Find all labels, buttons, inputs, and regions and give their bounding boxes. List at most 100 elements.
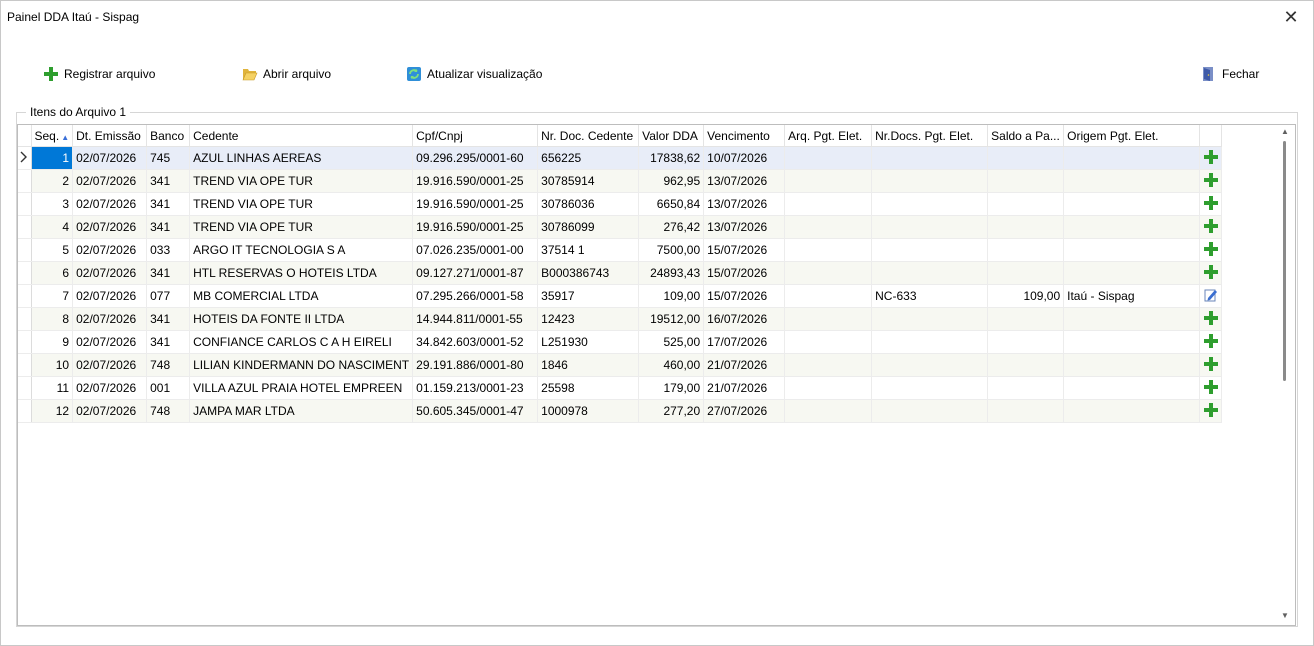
cell-nrdocs[interactable]	[871, 215, 989, 239]
cell-vencimento[interactable]: 16/07/2026	[703, 307, 786, 331]
cell-cedente[interactable]: CONFIANCE CARLOS C A H EIRELI	[189, 330, 414, 354]
cell-seq[interactable]: 4	[31, 215, 74, 239]
cell-nrdocs[interactable]: NC-633	[871, 284, 989, 308]
close-icon[interactable]: ✕	[1277, 3, 1305, 31]
cell-vencimento[interactable]: 13/07/2026	[703, 192, 786, 216]
cell-doc[interactable]: B000386743	[537, 261, 640, 285]
vertical-scrollbar[interactable]: ▲ ▼	[1277, 125, 1293, 623]
cell-cedente[interactable]: HOTEIS DA FONTE II LTDA	[189, 307, 414, 331]
row-action-button[interactable]	[1199, 307, 1223, 331]
cell-valor[interactable]: 7500,00	[638, 238, 705, 262]
header-doc[interactable]: Nr. Doc. Cedente	[537, 125, 640, 147]
cell-vencimento[interactable]: 17/07/2026	[703, 330, 786, 354]
cell-saldo[interactable]	[987, 238, 1065, 262]
table-row[interactable]: 5 02/07/2026 033 ARGO IT TECNOLOGIA S A 07.0…	[18, 238, 1223, 262]
cell-vencimento[interactable]: 21/07/2026	[703, 353, 786, 377]
cell-vencimento[interactable]: 15/07/2026	[703, 238, 786, 262]
cell-cedente[interactable]: VILLA AZUL PRAIA HOTEL EMPREEN	[189, 376, 414, 400]
cell-banco[interactable]: 748	[146, 399, 191, 423]
row-action-button[interactable]	[1199, 353, 1223, 377]
cell-origem[interactable]	[1063, 192, 1201, 216]
cell-arq[interactable]	[784, 284, 873, 308]
cell-valor[interactable]: 277,20	[638, 399, 705, 423]
cell-origem[interactable]	[1063, 399, 1201, 423]
cell-seq[interactable]: 3	[31, 192, 74, 216]
cell-cedente[interactable]: TREND VIA OPE TUR	[189, 215, 414, 239]
cell-doc[interactable]: 35917	[537, 284, 640, 308]
cell-vencimento[interactable]: 15/07/2026	[703, 261, 786, 285]
cell-vencimento[interactable]: 27/07/2026	[703, 399, 786, 423]
cell-cedente[interactable]: ARGO IT TECNOLOGIA S A	[189, 238, 414, 262]
cell-saldo[interactable]	[987, 261, 1065, 285]
cell-nrdocs[interactable]	[871, 169, 989, 193]
cell-cnpj[interactable]: 01.159.213/0001-23	[412, 376, 539, 400]
table-row[interactable]: 7 02/07/2026 077 MB COMERCIAL LTDA 07.295.26…	[18, 284, 1223, 308]
cell-nrdocs[interactable]	[871, 192, 989, 216]
cell-doc[interactable]: L251930	[537, 330, 640, 354]
cell-arq[interactable]	[784, 353, 873, 377]
cell-arq[interactable]	[784, 307, 873, 331]
cell-emissao[interactable]: 02/07/2026	[72, 284, 148, 308]
header-arq[interactable]: Arq. Pgt. Elet.	[784, 125, 873, 147]
cell-cnpj[interactable]: 07.026.235/0001-00	[412, 238, 539, 262]
cell-arq[interactable]	[784, 192, 873, 216]
header-origem[interactable]: Origem Pgt. Elet.	[1063, 125, 1201, 147]
cell-emissao[interactable]: 02/07/2026	[72, 146, 148, 170]
cell-valor[interactable]: 179,00	[638, 376, 705, 400]
cell-vencimento[interactable]: 15/07/2026	[703, 284, 786, 308]
cell-valor[interactable]: 6650,84	[638, 192, 705, 216]
table-row[interactable]: 3 02/07/2026 341 TREND VIA OPE TUR 19.916.59…	[18, 192, 1223, 216]
cell-emissao[interactable]: 02/07/2026	[72, 215, 148, 239]
cell-origem[interactable]	[1063, 215, 1201, 239]
cell-cnpj[interactable]: 50.605.345/0001-47	[412, 399, 539, 423]
cell-arq[interactable]	[784, 169, 873, 193]
cell-valor[interactable]: 24893,43	[638, 261, 705, 285]
header-saldo[interactable]: Saldo a Pa...	[987, 125, 1065, 147]
cell-banco[interactable]: 745	[146, 146, 191, 170]
cell-saldo[interactable]	[987, 192, 1065, 216]
table-row[interactable]: 8 02/07/2026 341 HOTEIS DA FONTE II LTDA 14.…	[18, 307, 1223, 331]
cell-banco[interactable]: 341	[146, 330, 191, 354]
cell-doc[interactable]: 25598	[537, 376, 640, 400]
cell-vencimento[interactable]: 13/07/2026	[703, 215, 786, 239]
cell-nrdocs[interactable]	[871, 376, 989, 400]
cell-doc[interactable]: 30786036	[537, 192, 640, 216]
cell-doc[interactable]: 30786099	[537, 215, 640, 239]
cell-origem[interactable]	[1063, 169, 1201, 193]
cell-valor[interactable]: 17838,62	[638, 146, 705, 170]
cell-cedente[interactable]: MB COMERCIAL LTDA	[189, 284, 414, 308]
cell-cnpj[interactable]: 09.296.295/0001-60	[412, 146, 539, 170]
cell-banco[interactable]: 341	[146, 215, 191, 239]
cell-cedente[interactable]: TREND VIA OPE TUR	[189, 192, 414, 216]
table-row[interactable]: 11 02/07/2026 001 VILLA AZUL PRAIA HOTEL EM…	[18, 376, 1223, 400]
cell-cnpj[interactable]: 34.842.603/0001-52	[412, 330, 539, 354]
cell-emissao[interactable]: 02/07/2026	[72, 307, 148, 331]
cell-arq[interactable]	[784, 146, 873, 170]
row-action-button[interactable]	[1199, 399, 1223, 423]
table-row[interactable]: 1 02/07/2026 745 AZUL LINHAS AEREAS 09.296.2…	[18, 146, 1223, 170]
cell-vencimento[interactable]: 21/07/2026	[703, 376, 786, 400]
table-row[interactable]: 6 02/07/2026 341 HTL RESERVAS O HOTEIS LTDA…	[18, 261, 1223, 285]
cell-arq[interactable]	[784, 261, 873, 285]
cell-cnpj[interactable]: 09.127.271/0001-87	[412, 261, 539, 285]
table-row[interactable]: 2 02/07/2026 341 TREND VIA OPE TUR 19.916.59…	[18, 169, 1223, 193]
cell-valor[interactable]: 460,00	[638, 353, 705, 377]
cell-origem[interactable]	[1063, 261, 1201, 285]
cell-arq[interactable]	[784, 376, 873, 400]
open-file-button[interactable]: Abrir arquivo	[242, 65, 331, 83]
table-row[interactable]: 12 02/07/2026 748 JAMPA MAR LTDA 50.605.345/…	[18, 399, 1223, 423]
header-nrdocs[interactable]: Nr.Docs. Pgt. Elet.	[871, 125, 989, 147]
cell-seq[interactable]: 10	[31, 353, 74, 377]
row-action-button[interactable]	[1199, 261, 1223, 285]
cell-emissao[interactable]: 02/07/2026	[72, 169, 148, 193]
row-action-button[interactable]	[1199, 192, 1223, 216]
cell-cnpj[interactable]: 19.916.590/0001-25	[412, 169, 539, 193]
cell-arq[interactable]	[784, 399, 873, 423]
table-row[interactable]: 4 02/07/2026 341 TREND VIA OPE TUR 19.916.59…	[18, 215, 1223, 239]
cell-origem[interactable]	[1063, 307, 1201, 331]
row-action-button[interactable]	[1199, 146, 1223, 170]
cell-nrdocs[interactable]	[871, 307, 989, 331]
cell-nrdocs[interactable]	[871, 399, 989, 423]
row-action-button[interactable]	[1199, 376, 1223, 400]
row-action-button[interactable]	[1199, 330, 1223, 354]
